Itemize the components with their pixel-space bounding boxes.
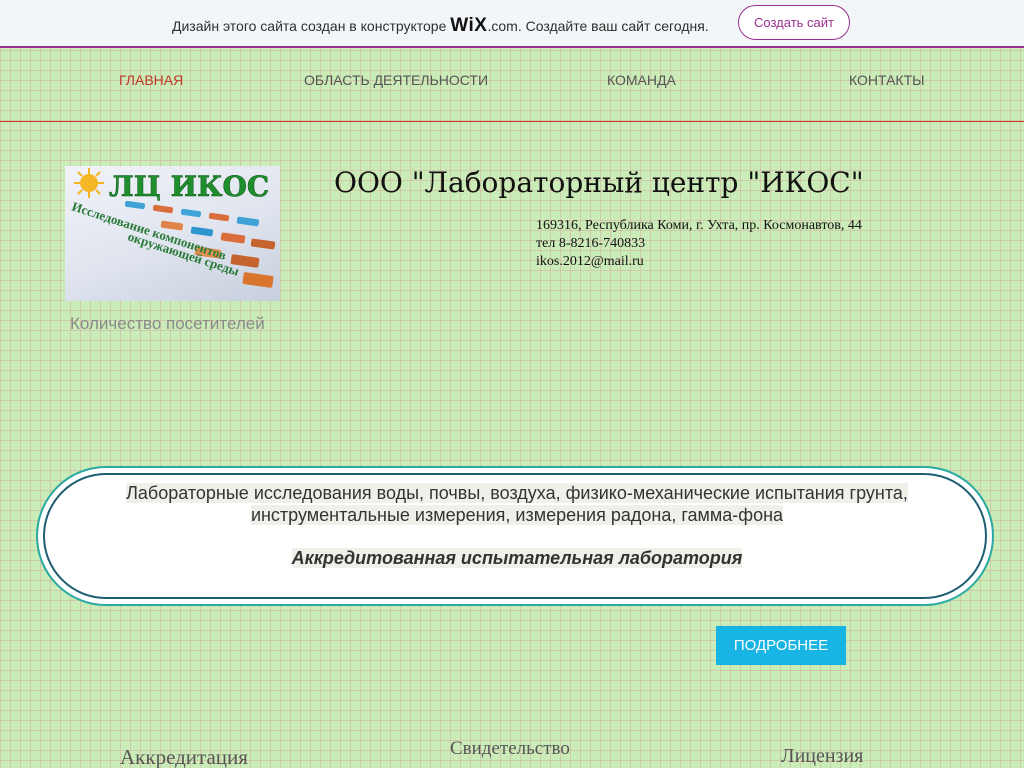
nav-item-team[interactable]: КОМАНДА [607,72,676,88]
company-title: ООО "Лабораторный центр "ИКОС" [334,166,864,199]
more-button[interactable]: ПОДРОБНЕЕ [716,626,846,665]
logo-graphic: ЛЦ ИКОС Исследование компонентов окружаю… [70,168,276,288]
services-line-1-text: Лабораторные исследования воды, почвы, в… [126,483,908,503]
company-email[interactable]: ikos.2012@mail.ru [536,254,644,270]
services-line-2: инструментальные измерения, измерения ра… [38,505,996,526]
sun-icon [74,168,104,198]
wix-logo-suffix: .com [487,18,518,34]
create-site-button[interactable]: Создать сайт [738,5,850,40]
wix-promo-text: Дизайн этого сайта создан в конструкторе… [172,15,709,37]
nav-divider [0,121,1024,122]
wix-logo: WiX [450,15,488,36]
nav-item-contacts[interactable]: КОНТАКТЫ [849,72,925,88]
nav-item-home[interactable]: ГЛАВНАЯ [119,72,183,88]
visitor-counter-label: Количество посетителей [70,314,265,333]
services-line-1: Лабораторные исследования воды, почвы, в… [38,483,996,504]
accreditation-note: Аккредитованная испытательная лаборатори… [38,548,996,569]
license-heading[interactable]: Лицензия [781,745,863,768]
services-line-2-text: инструментальные измерения, измерения ра… [250,505,784,525]
services-banner: Лабораторные исследования воды, почвы, в… [36,466,994,606]
wix-promo-text-after: . Создайте ваш сайт сегодня. [517,18,709,34]
accreditation-heading[interactable]: Аккредитация [120,745,248,768]
wix-promo-text-before: Дизайн этого сайта создан в конструкторе [172,18,447,34]
accreditation-note-text: Аккредитованная испытательная лаборатори… [291,548,743,568]
certificate-heading[interactable]: Свидетельство [450,738,570,760]
wix-promo-banner: Дизайн этого сайта создан в конструкторе… [0,0,1024,48]
logo-title: ЛЦ ИКОС [109,170,269,203]
company-phone: тел 8-8216-740833 [536,236,646,251]
company-address: 169316, Республика Коми, г. Ухта, пр. Ко… [536,218,862,233]
nav-item-activities[interactable]: ОБЛАСТЬ ДЕЯТЕЛЬНОСТИ [304,72,488,88]
company-logo[interactable]: ЛЦ ИКОС Исследование компонентов окружаю… [65,166,280,301]
